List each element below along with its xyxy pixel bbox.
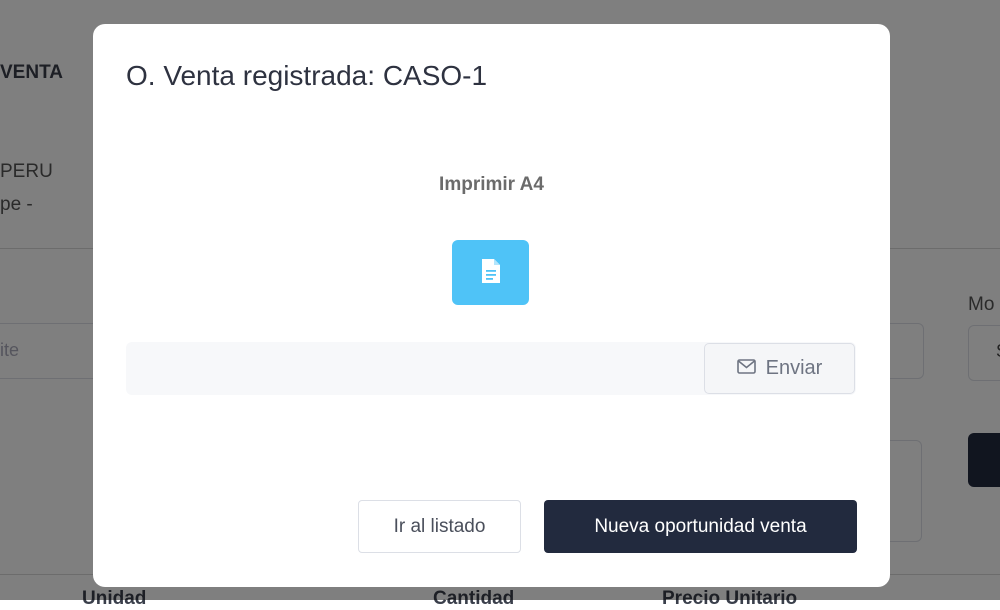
send-email-button[interactable]: Enviar — [704, 343, 855, 394]
go-to-list-button[interactable]: Ir al listado — [358, 500, 521, 553]
send-button-label: Enviar — [765, 357, 823, 379]
sale-registered-modal: O. Venta registrada: CASO-1 Imprimir A4 … — [93, 24, 890, 587]
new-sale-opportunity-button[interactable]: Nueva oportunidad venta — [544, 500, 857, 553]
print-a4-button[interactable] — [452, 240, 529, 305]
email-input[interactable] — [126, 342, 704, 395]
document-icon — [480, 258, 502, 287]
print-a4-label: Imprimir A4 — [439, 174, 544, 195]
modal-title: O. Venta registrada: CASO-1 — [126, 60, 488, 91]
email-send-group: Enviar — [126, 342, 856, 395]
envelope-icon — [736, 357, 756, 380]
